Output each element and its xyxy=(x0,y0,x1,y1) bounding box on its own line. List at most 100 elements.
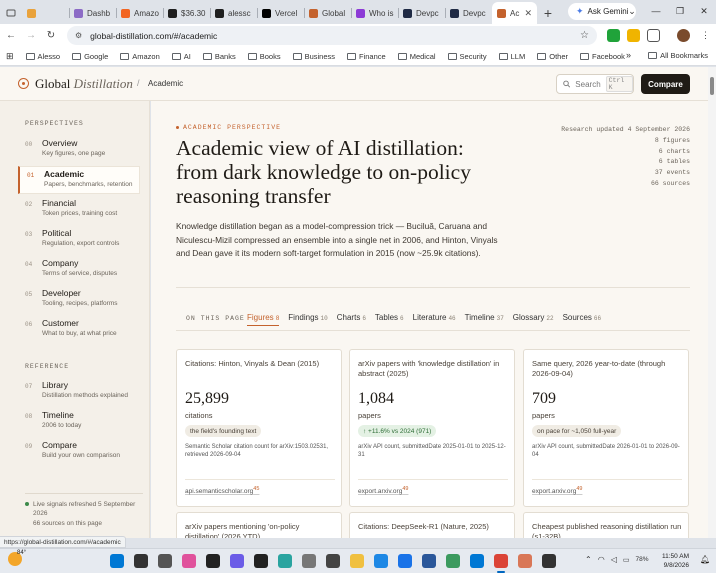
terminal-icon[interactable] xyxy=(206,554,220,568)
bookmark-folder[interactable]: Google xyxy=(66,52,114,61)
word-icon[interactable] xyxy=(422,554,436,568)
back-icon[interactable]: ← xyxy=(2,27,20,45)
bookmark-folder[interactable]: Alesso xyxy=(20,52,67,61)
clock[interactable]: 11:50 AM 9/8/2026 xyxy=(662,552,689,570)
bookmark-star-icon[interactable]: ☆ xyxy=(580,30,589,41)
outlook-icon[interactable] xyxy=(470,554,484,568)
page-scrollbar[interactable] xyxy=(708,67,716,538)
sidebar-item-compare[interactable]: 09 Compare Build your own comparison xyxy=(18,438,140,466)
close-tab-icon[interactable]: ✕ xyxy=(524,8,532,19)
browser-tab[interactable]: Amazo xyxy=(116,2,163,24)
notepad-icon[interactable] xyxy=(254,554,268,568)
file-icon[interactable] xyxy=(302,554,316,568)
bookmark-folder[interactable]: Banks xyxy=(197,52,242,61)
bookmark-folder[interactable]: LLM xyxy=(493,52,532,61)
calculator-icon[interactable] xyxy=(326,554,340,568)
browser-tab[interactable]: $36.30 xyxy=(163,2,210,24)
tab-title: Vercel xyxy=(275,8,298,18)
tab-title: Devpc xyxy=(463,8,486,18)
profile-avatar[interactable] xyxy=(677,29,690,42)
browser-tab[interactable] xyxy=(22,2,69,24)
url-input[interactable]: ⚙ global-distillation.com/#/academic ☆ xyxy=(67,26,597,45)
browser-tab[interactable]: alessc xyxy=(210,2,257,24)
tab-list-icon[interactable]: ⌄ xyxy=(620,0,644,22)
task-view-icon[interactable] xyxy=(158,554,172,568)
sidebar-item-library[interactable]: 07 Library Distillation methods explained xyxy=(18,378,140,406)
browser-tab[interactable]: Who is xyxy=(351,2,398,24)
sidebar-item-company[interactable]: 04 Company Terms of service, disputes xyxy=(18,256,140,284)
sidebar-item-academic[interactable]: 01 Academic Papers, benchmarks, retention xyxy=(18,166,140,194)
reload-icon[interactable]: ↻ xyxy=(42,27,60,45)
card-unit: citations xyxy=(185,411,213,420)
tab-search-icon[interactable] xyxy=(0,2,22,24)
vscode-icon[interactable] xyxy=(374,554,388,568)
close-window-icon[interactable]: ✕ xyxy=(692,0,716,22)
bookmarks-overflow-icon[interactable]: » xyxy=(626,50,631,60)
sidebar-item-political[interactable]: 03 Political Regulation, export controls xyxy=(18,226,140,254)
bookmark-folder[interactable]: Books xyxy=(242,52,287,61)
notification-icon[interactable]: 🔔︎ xyxy=(700,555,710,564)
tray-chevron-icon[interactable]: ⌃ xyxy=(585,555,592,564)
search-icon[interactable] xyxy=(134,554,148,568)
browser-tab[interactable]: Global xyxy=(304,2,351,24)
subnav-figures[interactable]: Figures 8 xyxy=(247,313,280,326)
extension-check-icon[interactable] xyxy=(607,29,620,42)
compare-button[interactable]: Compare xyxy=(641,74,690,94)
bookmark-folder[interactable]: Amazon xyxy=(114,52,166,61)
browser-menu-icon[interactable]: ⋮ xyxy=(699,29,712,42)
site-search-button[interactable]: Search Ctrl K xyxy=(556,74,634,94)
subnav-sources[interactable]: Sources 66 xyxy=(563,313,602,326)
browser-tab[interactable]: Ac ✕ xyxy=(492,2,537,24)
sidebar-item-customer[interactable]: 06 Customer What to buy, at what price xyxy=(18,316,140,344)
extensions-puzzle-icon[interactable] xyxy=(647,29,660,42)
taskbar: 84° ⌃ ◠ ◁ ▭ 78% 11:50 AM 9/8/2026 🔔︎ xyxy=(0,548,716,573)
minimize-icon[interactable]: — xyxy=(644,0,668,22)
claude-icon[interactable] xyxy=(518,554,532,568)
cmd-icon[interactable] xyxy=(542,554,556,568)
card-source-link[interactable]: export.arxiv.org49 xyxy=(532,486,582,495)
app-icon[interactable] xyxy=(278,554,292,568)
all-bookmarks[interactable]: All Bookmarks xyxy=(648,51,708,60)
wifi-icon[interactable]: ◠ xyxy=(598,555,605,564)
new-tab-button[interactable]: + xyxy=(537,2,559,24)
site-logo[interactable]: Global Distillation xyxy=(35,76,133,92)
browser-tab[interactable]: Devpc xyxy=(398,2,445,24)
browser-tab[interactable]: Dashb xyxy=(69,2,116,24)
battery-icon[interactable]: ▭ xyxy=(623,556,630,564)
copilot-icon[interactable] xyxy=(182,554,196,568)
volume-icon[interactable]: ◁ xyxy=(611,555,617,564)
bookmark-folder[interactable]: Other xyxy=(531,52,574,61)
bookmark-folder[interactable]: Medical xyxy=(392,52,442,61)
subnav-timeline[interactable]: Timeline 37 xyxy=(465,313,504,326)
browser-tab[interactable]: Vercel xyxy=(257,2,304,24)
forward-icon[interactable]: → xyxy=(22,27,40,45)
card-source-link[interactable]: export.arxiv.org49 xyxy=(358,486,408,495)
subnav-findings[interactable]: Findings 10 xyxy=(288,313,327,326)
extension-lock-icon[interactable] xyxy=(627,29,640,42)
sidebar-item-developer[interactable]: 05 Developer Tooling, recipes, platforms xyxy=(18,286,140,314)
apps-grid-icon[interactable]: ⊞ xyxy=(6,51,14,62)
chrome-icon[interactable] xyxy=(494,554,508,568)
discord-icon[interactable] xyxy=(230,554,244,568)
start-icon[interactable] xyxy=(110,554,124,568)
maximize-icon[interactable]: ❐ xyxy=(668,0,692,22)
scrollbar-thumb[interactable] xyxy=(710,77,714,95)
subnav-glossary[interactable]: Glossary 22 xyxy=(513,313,554,326)
sheets-icon[interactable] xyxy=(446,554,460,568)
site-info-icon[interactable]: ⚙ xyxy=(75,31,82,40)
bookmark-folder[interactable]: Facebook xyxy=(574,52,631,61)
sidebar-item-overview[interactable]: 00 Overview Key figures, one page xyxy=(18,136,140,164)
subnav-literature[interactable]: Literature 46 xyxy=(413,313,456,326)
sidebar-item-timeline[interactable]: 08 Timeline 2006 to today xyxy=(18,408,140,436)
k-app-icon[interactable] xyxy=(398,554,412,568)
bookmark-folder[interactable]: Security xyxy=(442,52,493,61)
browser-tab[interactable]: Devpc xyxy=(445,2,492,24)
card-source-link[interactable]: api.semanticscholar.org45 xyxy=(185,486,259,495)
sidebar-item-financial[interactable]: 02 Financial Token prices, training cost xyxy=(18,196,140,224)
bookmark-folder[interactable]: Business xyxy=(287,52,341,61)
subnav-tables[interactable]: Tables 6 xyxy=(375,313,404,326)
bookmark-folder[interactable]: Finance xyxy=(341,52,392,61)
subnav-charts[interactable]: Charts 6 xyxy=(337,313,366,326)
explorer-icon[interactable] xyxy=(350,554,364,568)
bookmark-folder[interactable]: AI xyxy=(166,52,197,61)
